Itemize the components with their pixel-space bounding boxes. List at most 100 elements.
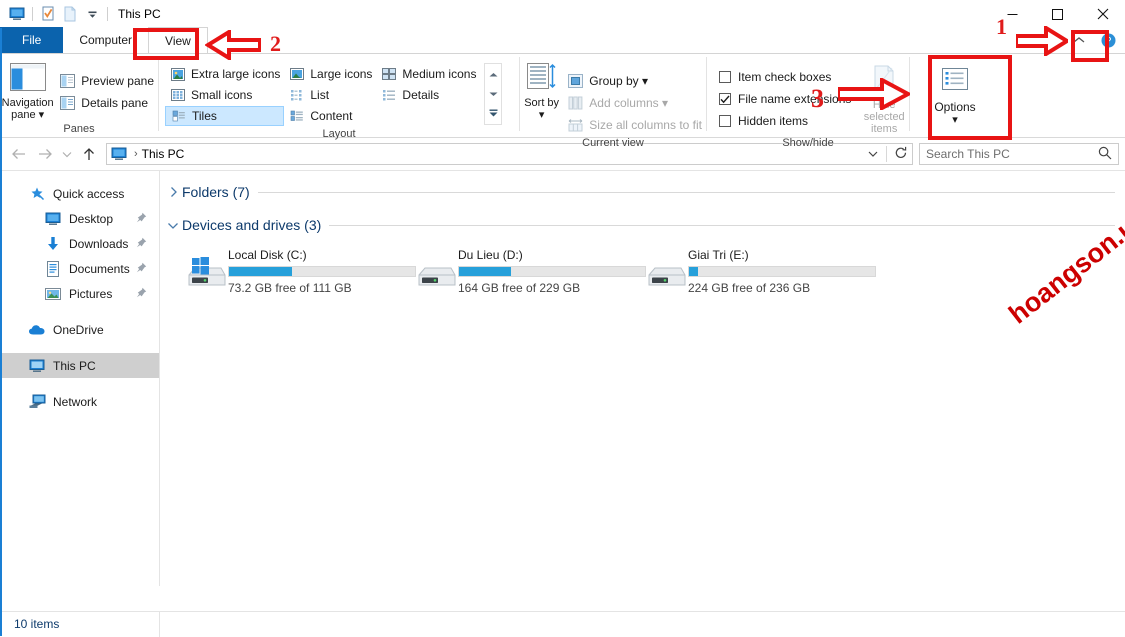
preview-pane-icon [59,73,76,90]
layout-scroll-up-button[interactable] [485,66,501,84]
navigation-pane-button[interactable]: Navigation pane ▾ [0,59,55,121]
drive-item[interactable]: Giai Tri (E:) 224 GB free of 236 GB [642,246,876,295]
item-check-boxes-checkbox[interactable] [719,71,731,83]
drive-item[interactable]: Local Disk (C:) 73.2 GB free of 111 GB [182,246,416,295]
layout-large-icons[interactable]: Large icons [284,64,376,84]
maximize-button[interactable] [1035,0,1080,28]
drive-item[interactable]: Du Lieu (D:) 164 GB free of 229 GB [412,246,646,295]
annotation-box-view-tab [133,28,199,60]
sidebar-item-this-pc[interactable]: This PC [0,353,159,378]
content-icon [288,108,305,125]
add-columns-button[interactable]: Add columns ▾ [563,93,706,113]
group-header-devices-and-drives[interactable]: Devices and drives (3) [164,213,1125,237]
annotation-number-1: 1 [996,14,1007,39]
this-pc-icon[interactable] [6,3,28,25]
search-input[interactable]: Search This PC [919,143,1119,165]
ribbon-group-current-view: Sort by ▾ Group by ▾ Add columns ▾ Size … [520,54,706,149]
tab-file[interactable]: File [0,27,64,53]
new-folder-icon[interactable] [59,3,81,25]
layout-small-icons[interactable]: Small icons [165,85,284,105]
size-all-columns-label: Size all columns to fit [589,118,702,132]
drive-usage-bar [228,266,416,277]
preview-pane-button[interactable]: Preview pane [55,71,158,91]
drive-free-space: 224 GB free of 236 GB [688,281,811,295]
layout-details[interactable]: Details [376,85,480,105]
drive-name: Du Lieu (D:) [458,248,523,262]
hidden-items-checkbox[interactable] [719,115,731,127]
layout-list[interactable]: List [284,85,376,105]
layout-tiles[interactable]: Tiles [165,106,285,126]
hidden-items-option[interactable]: Hidden items [715,111,855,131]
large-icons-icon [288,66,305,83]
this-pc-icon [28,357,46,375]
drive-icon [642,254,688,294]
sidebar-item-downloads[interactable]: Downloads [0,231,159,256]
size-all-columns-button[interactable]: Size all columns to fit [563,115,706,135]
breadcrumb-item-this-pc[interactable]: This PC [142,147,185,161]
layout-label: Tiles [192,109,217,123]
details-pane-button[interactable]: Details pane [55,93,158,113]
sidebar-label: Downloads [69,236,129,251]
layout-extra-large-icons[interactable]: Extra large icons [165,64,284,84]
annotation-box-options [928,55,1012,140]
extra-large-icons-icon [169,66,186,83]
layout-label: List [310,88,330,102]
content-pane: Folders (7) Devices and drives (3) Local… [160,171,1125,586]
forward-button[interactable] [32,141,58,167]
sidebar-item-quick-access[interactable]: Quick access [0,181,159,206]
file-name-extensions-option[interactable]: File name extensions [715,89,855,109]
pin-icon[interactable] [136,287,147,301]
pin-icon[interactable] [136,237,147,251]
layout-gallery-scroll [484,63,503,125]
drive-usage-fill [689,267,699,276]
windows-drive-icon [182,254,228,294]
file-name-extensions-checkbox[interactable] [719,93,731,105]
layout-content[interactable]: Content [284,106,376,126]
chevron-down-icon[interactable] [164,221,182,230]
ribbon-group-label-layout: Layout [322,128,356,140]
sort-by-label: Sort by ▾ [524,97,560,121]
recent-locations-button[interactable] [58,141,76,167]
status-bar: 10 items [0,611,1125,637]
layout-medium-icons[interactable]: Medium icons [376,64,480,84]
title-bar: This PC [0,0,1125,28]
group-header-folders[interactable]: Folders (7) [164,180,1125,204]
layout-label: Small icons [191,88,253,102]
back-button[interactable] [6,141,32,167]
sidebar-item-desktop[interactable]: Desktop [0,206,159,231]
group-rule [257,191,1115,193]
chevron-right-icon[interactable] [164,186,182,198]
group-by-button[interactable]: Group by ▾ [563,71,706,91]
up-button[interactable] [76,141,102,167]
explorer-body: Quick access Desktop Downloads Documents… [0,170,1125,586]
search-icon[interactable] [1098,146,1112,163]
group-rule [329,224,1115,226]
pictures-icon [44,285,62,303]
group-by-label: Group by ▾ [589,74,649,88]
sidebar-item-documents[interactable]: Documents [0,256,159,281]
window-controls [990,0,1125,28]
pin-icon[interactable] [136,212,147,226]
layout-more-button[interactable] [485,104,501,122]
sidebar-gap-2 [0,342,159,353]
layout-scroll-down-button[interactable] [485,85,501,103]
layout-label: Large icons [310,67,373,81]
customize-dropdown-icon[interactable] [81,3,103,25]
sidebar-item-onedrive[interactable]: OneDrive [0,317,159,342]
annotation-arrow-2 [204,28,262,63]
annotation-arrow-3 [836,76,913,113]
properties-icon[interactable] [37,3,59,25]
pin-icon[interactable] [136,262,147,276]
sidebar-item-network[interactable]: Network [0,389,159,414]
navigation-pane-icon [9,63,46,94]
ribbon-group-label-current-view: Current view [582,137,644,149]
onedrive-cloud-icon [28,321,46,339]
sidebar-item-pictures[interactable]: Pictures [0,281,159,306]
toolbar-divider-2 [107,7,108,21]
close-button[interactable] [1080,0,1125,28]
item-check-boxes-option[interactable]: Item check boxes [715,67,855,87]
sort-by-icon [526,63,557,94]
sort-by-button[interactable]: Sort by ▾ [520,59,563,121]
details-icon [380,87,397,104]
annotation-arrow-1 [1014,24,1071,59]
